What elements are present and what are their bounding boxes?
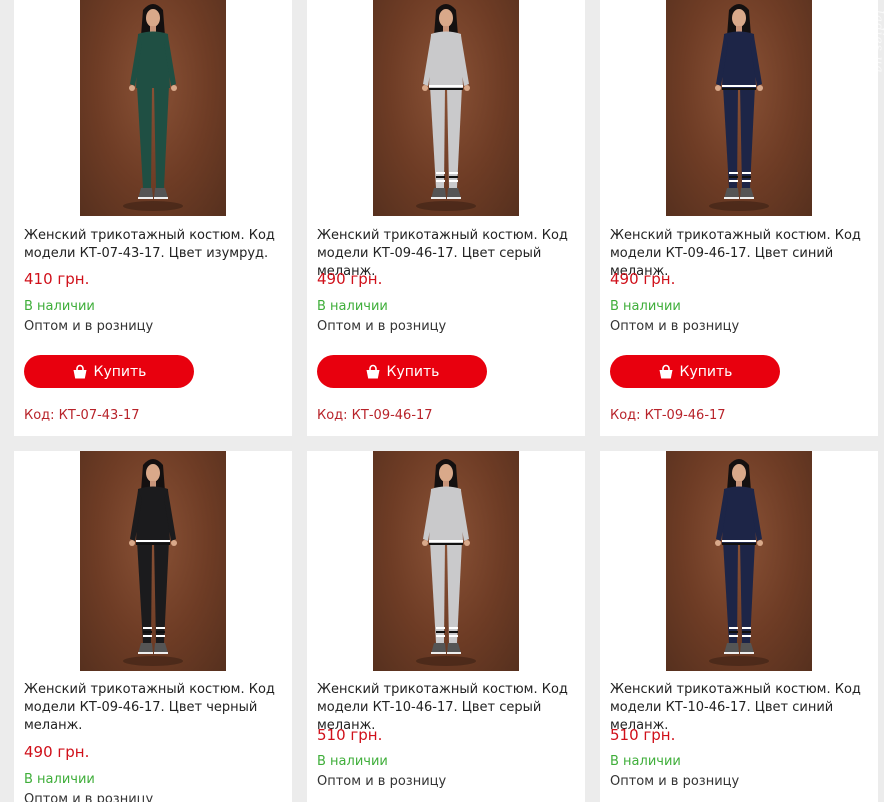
model-figure — [416, 4, 476, 211]
product-price: 490 грн. — [24, 743, 90, 761]
stock-status: В наличии — [610, 299, 681, 314]
product-price: 490 грн. — [317, 270, 383, 288]
product-price: 490 грн. — [610, 270, 676, 288]
product-photo[interactable] — [80, 0, 226, 216]
buy-button[interactable]: Купить — [24, 355, 194, 388]
product-card: Женский трикотажный костюм. Код модели К… — [600, 451, 878, 802]
product-photo[interactable] — [666, 451, 812, 671]
product-price: 510 грн. — [317, 726, 383, 744]
stock-status: В наличии — [317, 754, 388, 769]
product-code: Код: КТ-09-46-17 — [610, 408, 726, 423]
product-price: 510 грн. — [610, 726, 676, 744]
product-photo[interactable] — [373, 0, 519, 216]
model-figure — [709, 4, 769, 211]
product-code: Код: КТ-07-43-17 — [24, 408, 140, 423]
model-figure — [416, 459, 476, 666]
product-price: 410 грн. — [24, 270, 90, 288]
product-card: Женский трикотажный костюм. Код модели К… — [307, 451, 585, 802]
product-card: Женский трикотажный костюм. Код модели К… — [14, 451, 292, 802]
sale-terms: Оптом и в розницу — [24, 319, 154, 334]
shopping-bag-icon — [73, 364, 87, 378]
product-code: Код: КТ-09-46-17 — [317, 408, 433, 423]
product-card: Женский трикотажный костюм. Код модели К… — [600, 0, 878, 436]
model-figure — [123, 4, 183, 211]
product-title[interactable]: Женский трикотажный костюм. Код модели К… — [24, 227, 286, 263]
buy-button[interactable]: Купить — [610, 355, 780, 388]
product-card: Женский трикотажный костюм. Код модели К… — [307, 0, 585, 436]
product-title[interactable]: Женский трикотажный костюм. Код модели К… — [24, 681, 286, 735]
sale-terms: Оптом и в розницу — [610, 319, 740, 334]
buy-button-label: Купить — [679, 363, 733, 380]
product-photo[interactable] — [666, 0, 812, 216]
stock-status: В наличии — [317, 299, 388, 314]
sale-terms: Оптом и в розницу — [610, 774, 740, 789]
model-figure — [123, 459, 183, 666]
stock-status: В наличии — [24, 299, 95, 314]
model-figure — [709, 459, 769, 666]
watermark: ladies.ua — [872, 10, 884, 74]
product-card: Женский трикотажный костюм. Код модели К… — [14, 0, 292, 436]
shopping-bag-icon — [366, 364, 380, 378]
product-photo[interactable] — [80, 451, 226, 671]
buy-button[interactable]: Купить — [317, 355, 487, 388]
buy-button-label: Купить — [93, 363, 147, 380]
stock-status: В наличии — [24, 772, 95, 787]
sale-terms: Оптом и в розницу — [317, 319, 447, 334]
buy-button-label: Купить — [386, 363, 440, 380]
sale-terms: Оптом и в розницу — [317, 774, 447, 789]
stock-status: В наличии — [610, 754, 681, 769]
sale-terms: Оптом и в розницу — [24, 792, 154, 802]
shopping-bag-icon — [659, 364, 673, 378]
product-photo[interactable] — [373, 451, 519, 671]
